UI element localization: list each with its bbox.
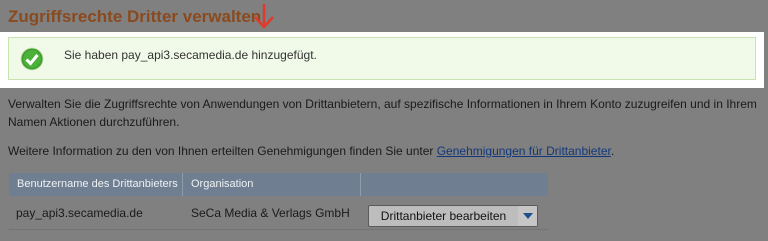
column-divider: [360, 173, 361, 196]
cell-organisation: SeCa Media & Verlags GmbH: [191, 206, 350, 220]
column-header-organisation: Organisation: [191, 178, 254, 190]
cell-username: pay_api3.secamedia.de: [16, 206, 143, 220]
description-text: Verwalten Sie die Zugriffsrechte von Anw…: [8, 97, 757, 129]
third-party-table: Benutzername des Drittanbieters Organisa…: [9, 173, 548, 230]
success-message-box: Sie haben pay_api3.secamedia.de hinzugef…: [8, 37, 756, 80]
info-text-body: Weitere Information zu den von Ihnen ert…: [8, 144, 437, 158]
permissions-link[interactable]: Genehmigungen für Drittanbieter: [437, 144, 611, 158]
success-message: Sie haben pay_api3.secamedia.de hinzugef…: [64, 48, 317, 62]
info-suffix: .: [610, 144, 615, 158]
column-header-username: Benutzername des Drittanbieters: [17, 178, 178, 190]
red-down-arrow-icon: [254, 4, 274, 29]
edit-third-party-button[interactable]: Drittanbieter bearbeiten: [368, 205, 538, 227]
edit-third-party-label[interactable]: Drittanbieter bearbeiten: [369, 206, 519, 226]
table-row: pay_api3.secamedia.de SeCa Media & Verla…: [9, 196, 548, 230]
edit-third-party-dropdown[interactable]: [518, 206, 537, 226]
success-highlight: Sie haben pay_api3.secamedia.de hinzugef…: [0, 32, 764, 88]
table-header: Benutzername des Drittanbieters Organisa…: [9, 173, 548, 196]
row-divider: [9, 229, 548, 230]
checkmark-circle-icon: [20, 47, 44, 71]
info-text: Weitere Information zu den von Ihnen ert…: [8, 144, 614, 158]
column-divider: [182, 173, 183, 196]
chevron-down-icon: [523, 213, 533, 219]
page-title: Zugriffsrechte Dritter verwalten: [8, 7, 262, 26]
